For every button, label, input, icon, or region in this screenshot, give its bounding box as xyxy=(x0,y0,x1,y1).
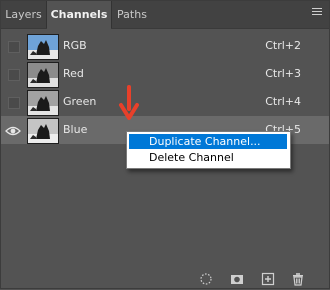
trash-icon[interactable] xyxy=(291,271,305,286)
channel-name: Green xyxy=(63,95,97,108)
tab-paths[interactable]: Paths xyxy=(112,1,152,28)
annotation-arrow-icon xyxy=(118,85,140,121)
channel-row-rgb[interactable]: RGB Ctrl+2 xyxy=(1,32,329,60)
panel-menu-icon[interactable] xyxy=(312,8,322,16)
tab-layers[interactable]: Layers xyxy=(1,1,46,28)
panel-bottom-toolbar xyxy=(1,267,329,288)
menu-item-duplicate-channel[interactable]: Duplicate Channel... xyxy=(129,134,287,149)
channel-name: Red xyxy=(63,67,84,80)
channels-panel: Layers Channels Paths RGB Ctrl+2 Red Ctr… xyxy=(0,0,330,289)
channel-name: Blue xyxy=(63,123,88,136)
channel-name: RGB xyxy=(63,39,87,52)
channel-shortcut: Ctrl+3 xyxy=(265,67,301,80)
new-channel-icon[interactable] xyxy=(261,271,275,286)
channel-thumbnail xyxy=(27,118,59,144)
channel-thumbnail xyxy=(27,62,59,88)
eye-icon[interactable] xyxy=(5,123,21,137)
channel-row-green[interactable]: Green Ctrl+4 xyxy=(1,88,329,116)
visibility-toggle[interactable] xyxy=(8,97,20,109)
channel-shortcut: Ctrl+4 xyxy=(265,95,301,108)
visibility-toggle[interactable] xyxy=(8,41,20,53)
save-selection-icon[interactable] xyxy=(230,271,244,285)
channel-shortcut: Ctrl+2 xyxy=(265,39,301,52)
channel-thumbnail xyxy=(27,90,59,116)
tab-channels[interactable]: Channels xyxy=(47,1,111,29)
menu-item-delete-channel[interactable]: Delete Channel xyxy=(129,150,287,165)
channel-thumbnail xyxy=(27,34,59,60)
load-selection-icon[interactable] xyxy=(199,271,213,285)
visibility-toggle[interactable] xyxy=(8,69,20,81)
channel-context-menu: Duplicate Channel... Delete Channel xyxy=(126,131,291,169)
channel-row-red[interactable]: Red Ctrl+3 xyxy=(1,60,329,88)
panel-tab-bar: Layers Channels Paths xyxy=(1,1,329,29)
